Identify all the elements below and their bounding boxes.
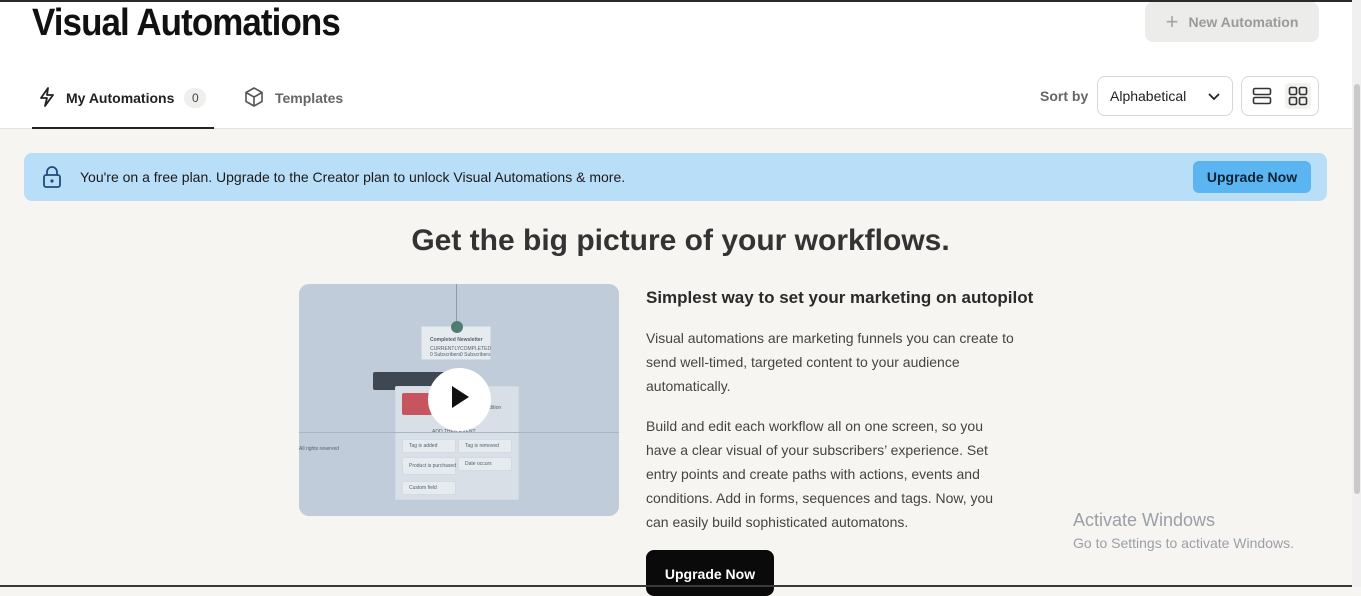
play-button[interactable] <box>428 368 491 431</box>
preview-item: Product is purchased <box>402 457 456 475</box>
preview-item-label: Tag is added <box>409 443 438 449</box>
play-icon <box>449 384 471 415</box>
preview-node: Completed Newsletter CURRENTLY COMPLETED… <box>421 321 491 360</box>
preview-item: Tag is removed <box>458 439 512 453</box>
description-paragraph-2: Build and edit each workflow all on one … <box>646 418 994 530</box>
new-automation-button[interactable]: + New Automation <box>1145 2 1319 42</box>
banner-message: You're on a free plan. Upgrade to the Cr… <box>80 169 626 185</box>
sort-select[interactable]: Alphabetical <box>1097 76 1233 116</box>
watermark-title: Activate Windows <box>1073 510 1216 530</box>
preview-connector <box>456 284 457 324</box>
lock-icon <box>42 165 62 194</box>
watermark-subtitle: Go to Settings to activate Windows. <box>1073 535 1294 551</box>
page-header: Visual Automations + New Automation My A… <box>0 2 1352 129</box>
chevron-down-icon <box>1208 88 1220 104</box>
preview-item: Date occurs <box>458 457 512 471</box>
preview-item-label: Tag is removed <box>465 443 499 449</box>
scrollbar-thumb[interactable] <box>1354 84 1360 494</box>
tab-my-automations[interactable]: My Automations 0 <box>38 82 207 114</box>
preview-item: Custom field <box>402 481 456 495</box>
page-title: Visual Automations <box>32 2 341 44</box>
tab-templates[interactable]: Templates <box>243 82 343 114</box>
section-heading: Simplest way to set your marketing on au… <box>646 288 1034 307</box>
preview-item-label: Custom field <box>409 485 437 491</box>
cube-icon <box>243 86 265 111</box>
list-view-icon[interactable] <box>1249 83 1275 109</box>
sort-selected-value: Alphabetical <box>1110 88 1187 104</box>
tab-templates-label: Templates <box>275 90 344 106</box>
plus-icon: + <box>1165 9 1179 34</box>
preview-item-label: Date occurs <box>465 461 492 467</box>
automation-count-badge: 0 <box>184 88 207 108</box>
tab-my-automations-label: My Automations <box>66 90 175 106</box>
free-plan-banner: You're on a free plan. Upgrade to the Cr… <box>24 153 1327 201</box>
hero-title: Get the big picture of your workflows. <box>411 224 950 257</box>
lightning-icon <box>38 86 56 110</box>
preview-node-title: Completed Newsletter <box>430 337 483 343</box>
preview-node-right-bottom: 0 Subscribers <box>460 352 491 358</box>
preview-divider <box>299 432 619 433</box>
new-automation-label: New Automation <box>1188 14 1299 30</box>
banner-upgrade-button[interactable]: Upgrade Now <box>1193 161 1311 193</box>
preview-item: Tag is added <box>402 439 456 453</box>
grid-view-icon[interactable] <box>1285 83 1311 109</box>
active-tab-indicator <box>32 127 214 129</box>
preview-side-label: All rights reserved <box>299 446 340 452</box>
upgrade-now-button[interactable]: Upgrade Now <box>646 550 774 596</box>
windows-watermark: Activate Windows Go to Settings to activ… <box>1073 510 1294 551</box>
preview-item-label: Product is purchased <box>409 463 456 469</box>
sort-label: Sort by <box>1040 88 1089 104</box>
preview-node-icon <box>451 321 463 333</box>
preview-node-left-bottom: 0 Subscribers <box>430 352 461 358</box>
description-paragraph-1: Visual automations are marketing funnels… <box>646 330 1014 394</box>
view-toggle <box>1241 76 1319 116</box>
